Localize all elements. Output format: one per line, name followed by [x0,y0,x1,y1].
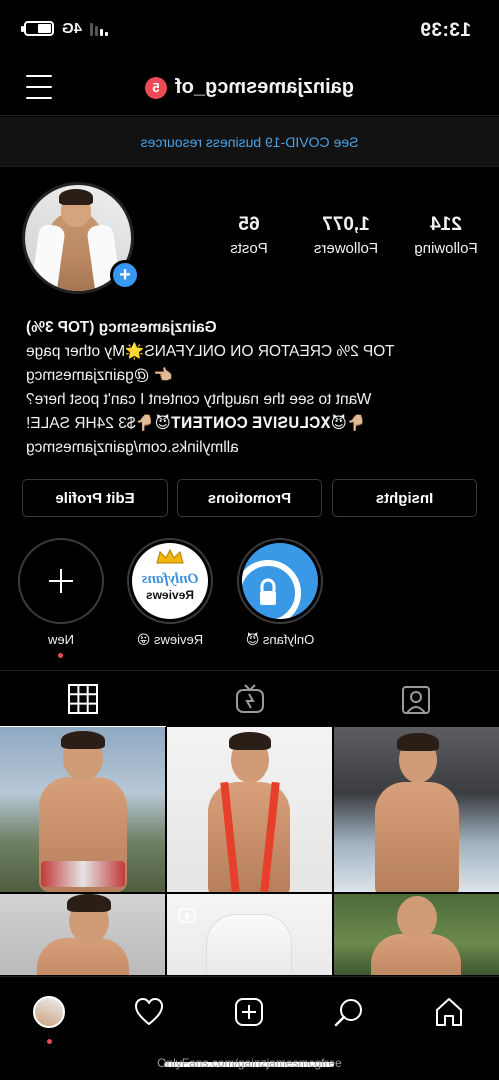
followers-label: Followers [313,240,379,257]
nav-activity[interactable] [119,989,179,1035]
battery-icon [24,21,54,36]
heart-icon [135,998,163,1025]
profile-notification-dot [47,1039,52,1044]
crown-icon [156,549,184,564]
post-thumbnail[interactable] [0,894,165,975]
add-post-icon [235,998,263,1026]
new-highlight-circle[interactable] [18,538,104,624]
covid-banner[interactable]: See COVID-19 business resources [0,117,499,167]
covid-resources-link[interactable]: See COVID-19 business resources [141,134,359,150]
bio-line: Want to see the naughty content I can't … [26,391,372,408]
add-story-plus-icon[interactable]: + [110,260,140,290]
posts-stat[interactable]: 65 Posts [204,214,294,257]
new-indicator-dot [58,653,64,658]
promotions-button[interactable]: Promotions [177,479,322,517]
reviews-cover-title: Reviews [145,587,195,602]
plus-icon [49,569,73,593]
tagged-icon [402,686,430,714]
post-grid [0,727,499,975]
post-thumbnail[interactable] [334,894,499,975]
post-thumbnail[interactable] [167,894,332,975]
grid-icon [68,683,98,714]
onlyfans-cover [242,543,318,619]
profile-username[interactable]: gainzjamesmcg_of [175,76,354,99]
post-thumbnail[interactable] [334,727,499,892]
lock-icon [242,560,301,619]
profile-header: gainzjamesmcg_of 5 [0,60,499,116]
home-icon [436,998,462,1026]
highlight-label: New [48,632,75,647]
edit-profile-button[interactable]: Edit Profile [22,479,168,517]
following-label: Following [414,240,478,257]
tab-igtv[interactable] [167,671,333,727]
onlyfans-highlight-circle[interactable] [237,538,323,624]
watermark-text: OnlyFans.com/gainzjamesmcgfree [157,1056,342,1070]
igtv-icon [236,684,264,713]
nav-search[interactable] [319,989,379,1035]
status-bar: 13:39 4G [0,0,499,60]
profile-bio: Gainzjamesmcg (TOP 3%) TOP 2% CREATOR ON… [26,316,486,460]
menu-icon[interactable] [26,75,52,99]
search-icon [334,999,362,1027]
post-thumbnail[interactable] [0,727,165,892]
status-time: 13:39 [419,20,471,41]
tab-grid[interactable] [0,671,166,727]
posts-count: 65 [238,214,260,235]
network-type: 4G [62,20,83,37]
highlight-label: Reviews 😜 [136,632,204,647]
bio-line: TOP 2% CREATOR ON ONLYFANS🌟My other page [26,343,395,360]
bio-line: 👇🏼😈𝐗𝐂𝐋𝐔𝐒𝐈𝐕𝐄 𝐂𝐎𝐍𝐓𝐄𝐍𝐓😈👇🏼$3 24HR SALE! [26,415,367,432]
posts-label: Posts [230,240,268,257]
highlight-label: Onlyfans 😈 [245,632,315,647]
nav-profile[interactable] [19,989,79,1044]
nav-new-post[interactable] [219,989,279,1035]
notification-badge: 5 [145,76,168,99]
following-stat[interactable]: 214 Following [401,214,491,257]
insights-button[interactable]: Insights [332,479,477,517]
tab-tagged[interactable] [333,671,499,727]
highlight-reviews[interactable]: Onlyfans Reviews Reviews 😜 [125,538,215,648]
bio-line[interactable]: 👉🏼 @gainzjamesmcg [26,364,486,388]
profile-picture-wrap[interactable]: + [22,182,140,294]
reviews-highlight-circle[interactable]: Onlyfans Reviews [127,538,213,624]
reviews-cover: Onlyfans Reviews [132,543,208,619]
igtv-post-icon [178,908,196,923]
followers-stat[interactable]: 1,077 Followers [301,214,391,257]
signal-icon [90,22,109,36]
profile-tabs [0,670,499,727]
followers-count: 1,077 [322,214,370,235]
status-indicators: 4G [24,20,109,37]
profile-actions: Edit Profile Promotions Insights [0,479,499,519]
reviews-cover-brand: Onlyfans [141,570,199,587]
following-count: 214 [430,214,462,235]
post-thumbnail[interactable] [167,727,332,892]
account-switcher[interactable]: gainzjamesmcg_of 5 [0,76,499,99]
highlight-onlyfans[interactable]: Onlyfans 😈 [235,538,325,648]
highlight-new[interactable]: New [16,538,106,658]
nav-home[interactable] [419,989,479,1035]
story-highlights: New Onlyfans Reviews Reviews 😜 Onlyfans … [0,538,499,668]
bio-name: Gainzjamesmcg (TOP 3%) [26,319,217,336]
bio-website-link[interactable]: allmylinks.com/gainzjamesmcg [26,436,486,460]
profile-avatar[interactable] [33,996,65,1028]
